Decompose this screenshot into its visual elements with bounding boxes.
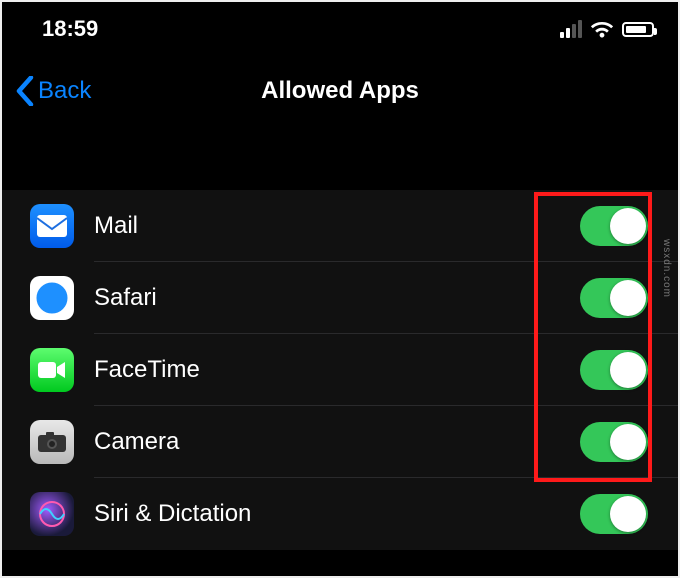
app-label: FaceTime	[94, 356, 200, 384]
siri-app-icon	[30, 492, 74, 536]
camera-app-icon	[30, 420, 74, 464]
status-icons	[560, 20, 654, 38]
page-title: Allowed Apps	[2, 77, 678, 105]
back-label: Back	[38, 77, 91, 105]
cell-signal-icon	[560, 20, 582, 38]
list-item: FaceTime	[2, 334, 678, 406]
status-bar: 18:59	[2, 2, 678, 56]
toggle-safari[interactable]	[580, 278, 648, 318]
allowed-apps-list: Mail Safari FaceTime	[2, 190, 678, 550]
app-label: Camera	[94, 428, 179, 456]
battery-icon	[622, 22, 654, 37]
app-label: Mail	[94, 212, 138, 240]
app-label: Siri & Dictation	[94, 500, 251, 528]
toggle-facetime[interactable]	[580, 350, 648, 390]
wifi-icon	[590, 20, 614, 38]
list-item: Safari	[2, 262, 678, 334]
list-item: Mail	[2, 190, 678, 262]
back-button[interactable]: Back	[16, 76, 91, 106]
toggle-mail[interactable]	[580, 206, 648, 246]
nav-bar: Back Allowed Apps	[2, 56, 678, 126]
chevron-left-icon	[16, 76, 34, 106]
list-item: Camera	[2, 406, 678, 478]
list-item: Siri & Dictation	[2, 478, 678, 550]
facetime-app-icon	[30, 348, 74, 392]
mail-app-icon	[30, 204, 74, 248]
section-gap	[2, 126, 678, 190]
toggle-camera[interactable]	[580, 422, 648, 462]
safari-app-icon	[30, 276, 74, 320]
app-label: Safari	[94, 284, 157, 312]
status-time: 18:59	[42, 16, 98, 42]
toggle-siri[interactable]	[580, 494, 648, 534]
